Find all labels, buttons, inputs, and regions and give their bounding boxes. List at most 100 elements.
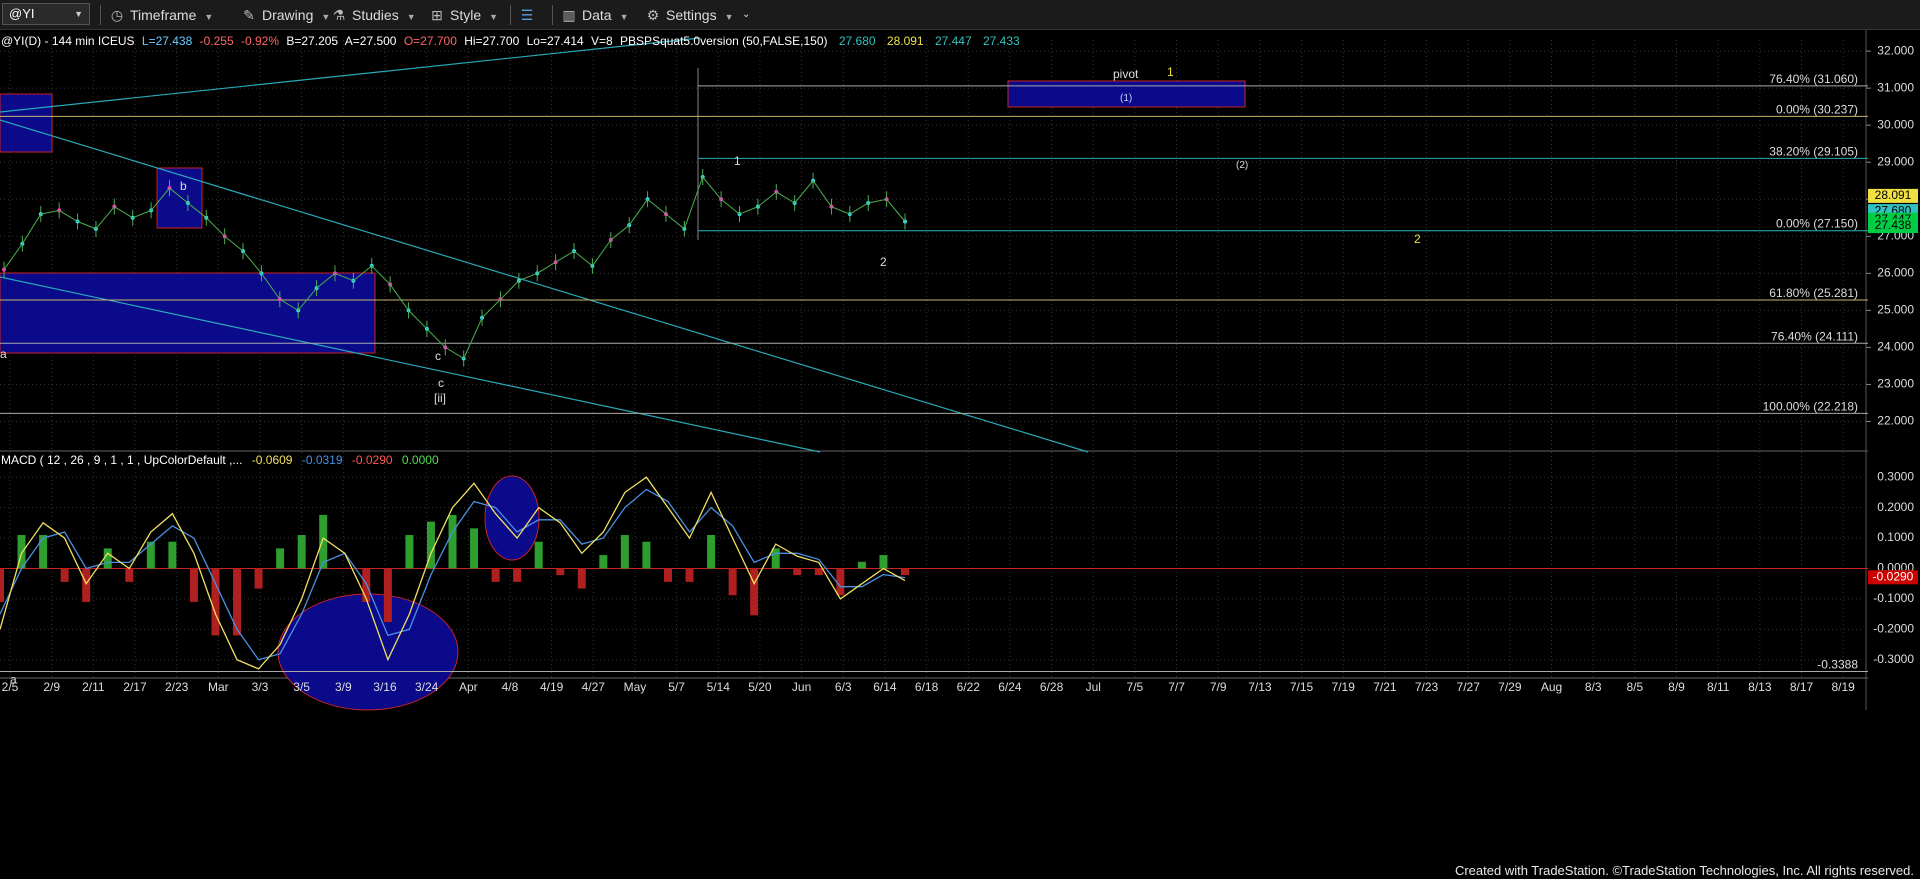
fib-level-label: 61.80% (25.281) <box>1769 286 1858 300</box>
wave-box-b[interactable] <box>156 167 203 229</box>
zero-value: 0.0000 <box>402 453 439 467</box>
macd-histogram-bar <box>470 528 479 569</box>
x-tick-label: 8/5 <box>1627 680 1644 694</box>
chevron-down-icon[interactable]: ▼ <box>74 4 83 24</box>
x-tick-label: 2/23 <box>165 680 189 694</box>
fib-level-label: 76.40% (31.060) <box>1769 72 1858 86</box>
change-value: -0.255 <box>200 34 234 48</box>
layout-icon: ☰ <box>520 7 534 23</box>
wave-label-a: a <box>0 347 7 361</box>
fib-level-label: 0.00% (30.237) <box>1776 102 1858 116</box>
x-tick-label: Aug <box>1541 680 1562 694</box>
wave-box-a[interactable] <box>0 272 376 354</box>
macd-histogram-bar <box>707 535 716 569</box>
x-tick-label: 7/21 <box>1373 680 1397 694</box>
wave-label-2-target: 2 <box>1414 232 1421 246</box>
wave-label-b: b <box>180 179 187 193</box>
y-tick-label: 32.000 <box>1877 43 1914 57</box>
study-value: 27.680 <box>839 34 876 48</box>
x-tick-label: Mar <box>208 680 229 694</box>
settings-button[interactable]: ⚙ Settings ▼ <box>644 5 734 25</box>
chart-background <box>0 30 1920 865</box>
macd-tick-label: -0.3000 <box>1873 652 1914 666</box>
studies-button[interactable]: ⚗ Studies ▼ <box>330 5 416 25</box>
macd-tick-label: 0.1000 <box>1877 530 1914 544</box>
macd-header: MACD ( 12 , 26 , 9 , 1 , 1 , UpColorDefa… <box>1 453 439 467</box>
drawing-label: Drawing <box>262 7 314 23</box>
data-label: Data <box>582 7 612 23</box>
wave-label-c: c <box>435 349 441 363</box>
x-tick-label: 3/9 <box>335 680 352 694</box>
x-tick-label: 2/17 <box>123 680 147 694</box>
y-tick-label: 31.000 <box>1877 80 1914 94</box>
macd-histogram-bar <box>405 535 414 569</box>
x-tick-label: 7/5 <box>1127 680 1144 694</box>
symbol-input[interactable]: @YI ▼ <box>2 3 90 25</box>
layout-button[interactable]: ☰ <box>518 5 540 25</box>
x-tick-label: 4/19 <box>540 680 564 694</box>
flask-icon: ⚗ <box>332 7 346 23</box>
macd-badge-label: -0.0290 <box>1873 569 1914 583</box>
price-chart[interactable]: 76.40% (31.060) 0.00% (30.237) 38.20% (29.… <box>0 30 1920 865</box>
x-tick-label: 2/5 <box>2 680 19 694</box>
x-tick-label: 7/7 <box>1168 680 1185 694</box>
x-tick-label: 7/27 <box>1457 680 1481 694</box>
x-tick-label: 8/9 <box>1668 680 1685 694</box>
data-button[interactable]: ▥ Data ▼ <box>560 5 629 25</box>
macd-histogram-bar <box>771 548 780 569</box>
x-tick-label: 5/7 <box>668 680 685 694</box>
x-tick-label: 5/14 <box>707 680 731 694</box>
style-label: Style <box>450 7 482 23</box>
wave-label-(1): (1) <box>1120 93 1132 104</box>
x-tick-label: 8/17 <box>1790 680 1814 694</box>
high-value: Hi=27.700 <box>464 34 519 48</box>
y-tick-label: 25.000 <box>1877 303 1914 317</box>
x-tick-label: 6/24 <box>998 680 1022 694</box>
clock-icon: ◷ <box>110 7 124 23</box>
ask-value: A=27.500 <box>345 34 397 48</box>
instrument-label: @YI(D) - 144 min ICEUS <box>1 34 135 48</box>
x-tick-label: 7/23 <box>1415 680 1439 694</box>
x-tick-label: 6/22 <box>957 680 981 694</box>
histogram-value: -0.0290 <box>352 453 393 467</box>
macd-histogram-bar <box>663 568 672 582</box>
more-icon[interactable]: ⌄ <box>742 5 750 25</box>
macd-reference-label: -0.3388 <box>1817 658 1858 672</box>
last-price: L=27.438 <box>142 34 193 48</box>
macd-value: -0.0609 <box>252 453 293 467</box>
macd-histogram-bar <box>491 568 500 582</box>
macd-tick-label: 0.2000 <box>1877 500 1914 514</box>
x-tick-label: 7/9 <box>1210 680 1227 694</box>
chevron-down-icon: ▼ <box>406 12 416 22</box>
x-tick-label: 5/20 <box>748 680 772 694</box>
macd-histogram-bar <box>857 561 866 569</box>
macd-histogram-bar <box>39 535 48 569</box>
y-tick-label: 29.000 <box>1877 154 1914 168</box>
wave-label-ii: [ii] <box>434 391 446 405</box>
signal-value: -0.0319 <box>302 453 343 467</box>
chevron-down-icon: ▼ <box>619 12 629 22</box>
toolbar-divider <box>552 5 553 25</box>
toolbar-divider <box>510 5 511 25</box>
macd-tick-label: 0.3000 <box>1877 469 1914 483</box>
macd-histogram-bar <box>577 568 586 589</box>
chevron-down-icon: ▼ <box>724 12 734 22</box>
chevron-down-icon: ▼ <box>321 12 331 22</box>
x-tick-label: Apr <box>459 680 478 694</box>
x-tick-label: 2/9 <box>43 680 60 694</box>
gear-icon: ⚙ <box>646 7 660 23</box>
change-percent: -0.92% <box>241 34 279 48</box>
pencil-icon: ✎ <box>243 7 255 23</box>
style-button[interactable]: ⊞ Style ▼ <box>428 5 498 25</box>
chevron-down-icon: ▼ <box>489 12 499 22</box>
x-tick-label: 3/24 <box>415 680 439 694</box>
drawing-button[interactable]: ✎ Drawing ▼ <box>240 5 330 25</box>
macd-histogram-bar <box>276 548 285 569</box>
studies-label: Studies <box>352 7 399 23</box>
toolbar: @YI ▼ ◷ Timeframe ▼ ✎ Drawing ▼ ⚗ Studies ▼ ⊞ S… <box>0 0 1920 30</box>
timeframe-button[interactable]: ◷ Timeframe ▼ <box>108 5 213 25</box>
macd-histogram-bar <box>534 541 543 569</box>
macd-histogram-bar <box>125 568 134 582</box>
wave-label-2: 2 <box>880 255 887 269</box>
study-label: PBSPSquat5.0version (50,FALSE,150) <box>620 34 827 48</box>
